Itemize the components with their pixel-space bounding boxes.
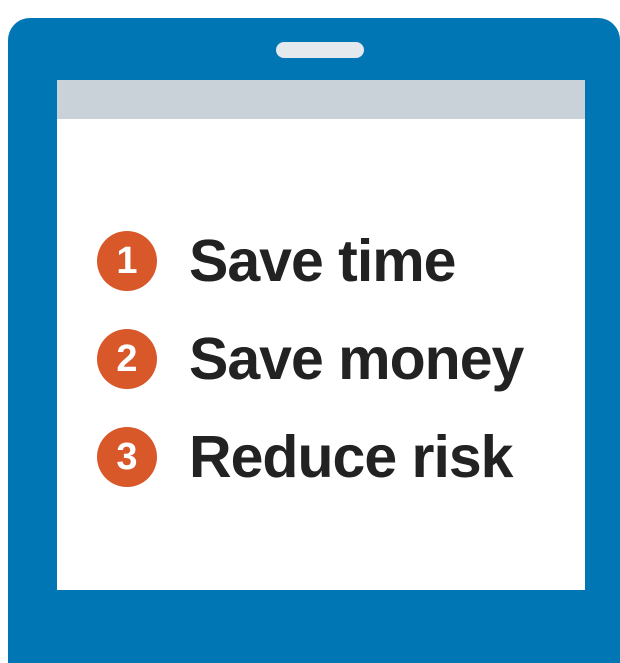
speaker-slot [276,42,364,58]
list-item: 1 Save time [97,212,523,310]
list-item-label: Reduce risk [189,424,513,490]
list-item-label: Save time [189,228,456,294]
benefits-list: 1 Save time 2 Save money 3 Reduce risk [97,212,524,506]
number-badge: 2 [97,329,157,389]
number-badge: 3 [97,427,157,487]
list-item: 3 Reduce risk [97,408,523,506]
tablet-screen: 1 Save time 2 Save money 3 Reduce risk [57,80,585,590]
list-item-label: Save money [189,326,524,392]
number-badge: 1 [97,231,157,291]
list-item: 2 Save money [97,310,524,408]
status-bar [57,80,585,119]
